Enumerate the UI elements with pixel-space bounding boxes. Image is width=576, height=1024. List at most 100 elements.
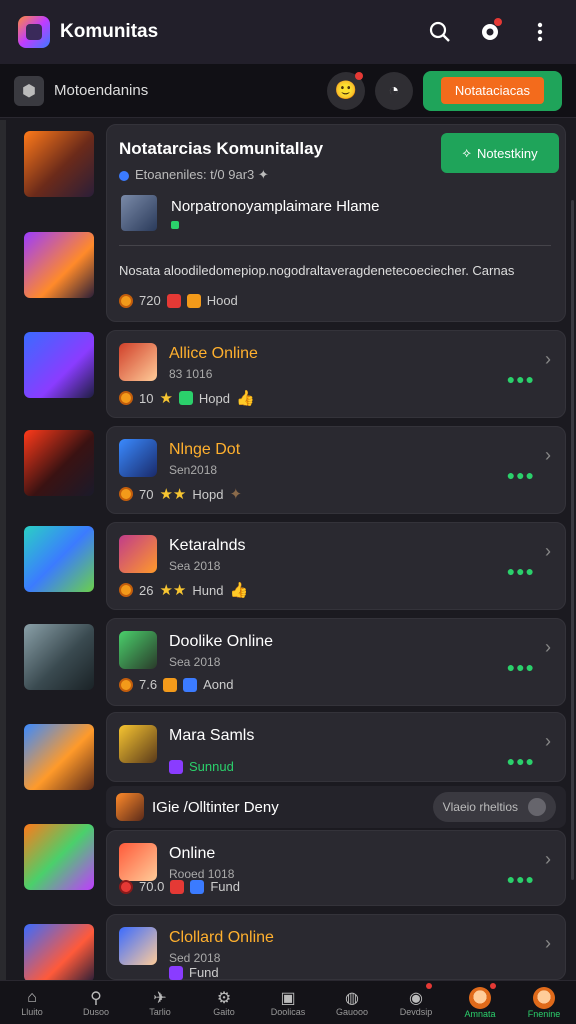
game-thumbnail[interactable] [24,924,94,982]
more-vertical-icon[interactable] [522,14,558,50]
nav-docs[interactable]: ▣ Doolicas [256,981,320,1024]
notification-dot [490,983,496,989]
section-toggle[interactable]: Vlaeio rheltios [432,792,556,822]
link-icon: ⟡ [462,145,471,160]
game-thumbnail[interactable] [24,824,94,890]
purple-badge-icon [169,759,183,774]
game-thumbnail[interactable] [24,131,94,197]
notifications-button[interactable]: Notataciacas [422,70,562,111]
scrollbar[interactable] [571,200,574,880]
app-title: Komunitas [60,21,159,42]
game-subtitle: 83 1016 [169,367,213,381]
red-badge-icon [170,879,185,894]
community-shield-icon: ⬢ [14,75,44,106]
chevron-right-icon[interactable]: › [545,349,551,370]
featured-game-name: Norpatronoyamplaimare Hlame [171,198,380,215]
star-icon: ★★ [159,486,187,503]
top-app-bar: Komunitas [0,0,576,64]
chevron-right-icon[interactable]: › [545,637,551,658]
status-dots-icon: ●●● [506,753,535,769]
game-title: Ketaralnds [169,537,246,554]
coin-icon [119,879,133,894]
nav-search[interactable]: ⚲ Dusoo [64,981,128,1024]
chevron-right-icon[interactable]: › [545,541,551,562]
notification-dot [426,983,432,989]
featured-description: Nosata aloodiledomepiop.nogodraltaveragd… [119,263,515,278]
box-icon: ▣ [280,989,296,1007]
chevron-right-icon[interactable]: › [545,849,551,870]
nav-community[interactable]: Amnata [448,981,512,1024]
avatar-face-icon: 🙂 [334,80,358,100]
nav-travel[interactable]: ✈ Tarlio [128,981,192,1024]
chevron-right-icon[interactable]: › [545,933,551,954]
game-icon [119,631,157,669]
plane-icon: ✈ [153,989,167,1007]
game-title: Clollard Online [169,929,274,946]
community-name: Motoendanins [54,82,149,99]
community-subbar: ⬢ Motoendanins 🙂 ◔ Notataciacas [0,64,576,118]
status-dots-icon: ●●● [506,659,535,675]
nav-profile[interactable]: Fnenine [512,981,576,1024]
featured-subtitle: Etoaneniles: t/0 9ar3 ✦ [119,167,269,183]
chevron-right-icon[interactable]: › [545,445,551,466]
game-title: Doolike Online [169,633,274,650]
game-icon [119,439,157,477]
section-title: IGie /Olltinter Deny [152,798,279,816]
game-thumbnail[interactable] [24,332,94,398]
game-thumbnail[interactable] [24,526,94,592]
coin-icon [119,391,133,405]
game-list-card[interactable]: Clollard Online Sed 2018 › Fund [106,914,566,980]
game-stats: 70 ★★ Hopd ✦ [119,485,242,503]
settings-gear-icon[interactable] [472,14,508,50]
toggle-label: Vlaeio rheltios [442,800,518,814]
bottom-navigation: ⌂ Lluito ⚲ Dusoo ✈ Tarlio ⚙ Gaito ▣ Dool… [0,980,576,1024]
avatar-icon [533,986,555,1009]
status-dots-icon: ●●● [506,871,535,887]
game-subtitle: Sea 2018 [169,655,221,669]
search-icon[interactable] [422,14,458,50]
status-dots-icon: ●●● [506,371,535,387]
featured-action-button[interactable]: ⟡ Notestkiny [441,133,559,173]
featured-post-card[interactable]: Notatarcias Komunitallay Etoaneniles: t/… [106,124,566,322]
game-thumbnail[interactable] [24,232,94,298]
notification-dot [354,71,363,80]
nav-explore[interactable]: ◍ Gauooo [320,981,384,1024]
thumbs-up-icon[interactable]: 👍 [229,581,248,599]
nav-games[interactable]: ⚙ Gaito [192,981,256,1024]
game-icon [121,195,157,231]
user-avatar[interactable]: 🙂 [326,71,365,110]
nav-home[interactable]: ⌂ Lluito [0,981,64,1024]
featured-stats: 720 Hood [119,293,238,308]
chevron-right-icon[interactable]: › [545,731,551,752]
game-subtitle: Sed 2018 [169,951,221,965]
game-list-card[interactable]: Mara Samls › ●●● Sunnud [106,712,566,782]
blue-badge-icon [183,677,198,692]
section-game-icon [116,793,144,821]
game-list-card[interactable]: Allice Online 83 1016 › ●●● 10 ★ Hopd 👍 [106,330,566,418]
coin-icon [119,293,133,308]
timer-button[interactable]: ◔ [374,71,413,110]
thumbs-up-icon[interactable]: ✦ [229,485,242,503]
section-header: IGie /Olltinter Deny Vlaeio rheltios [106,786,566,828]
game-thumbnail[interactable] [24,724,94,790]
game-icon [119,343,157,381]
game-thumbnail[interactable] [24,624,94,690]
game-list-card[interactable]: Ketaralnds Sea 2018 › ●●● 26 ★★ Hund 👍 [106,522,566,610]
game-title: Online [169,845,216,862]
game-list-card[interactable]: Doolike Online Sea 2018 › ●●● 7.6 Aond [106,618,566,706]
game-thumbnail[interactable] [24,430,94,496]
game-list-card[interactable]: Online Rooed 1018 › ●●● 70.0 Fund [106,830,566,906]
thumbs-up-icon[interactable]: 👍 [236,389,255,407]
purple-badge-icon [169,965,183,980]
game-icon [119,535,157,573]
game-list-card[interactable]: Nlnge Dot Sen2018 › ●●● 70 ★★ Hopd ✦ [106,426,566,514]
game-stats: 10 ★ Hopd 👍 [119,389,255,407]
game-stats: Sunnud [169,759,234,774]
game-stats: 7.6 Aond [119,677,233,692]
search-icon: ⚲ [90,989,102,1007]
featured-title: Notatarcias Komunitallay [119,139,324,158]
divider [119,245,551,246]
blue-badge-icon [190,879,205,894]
nav-devices[interactable]: ◉ Devdsip [384,981,448,1024]
orange-badge-icon [163,677,178,692]
